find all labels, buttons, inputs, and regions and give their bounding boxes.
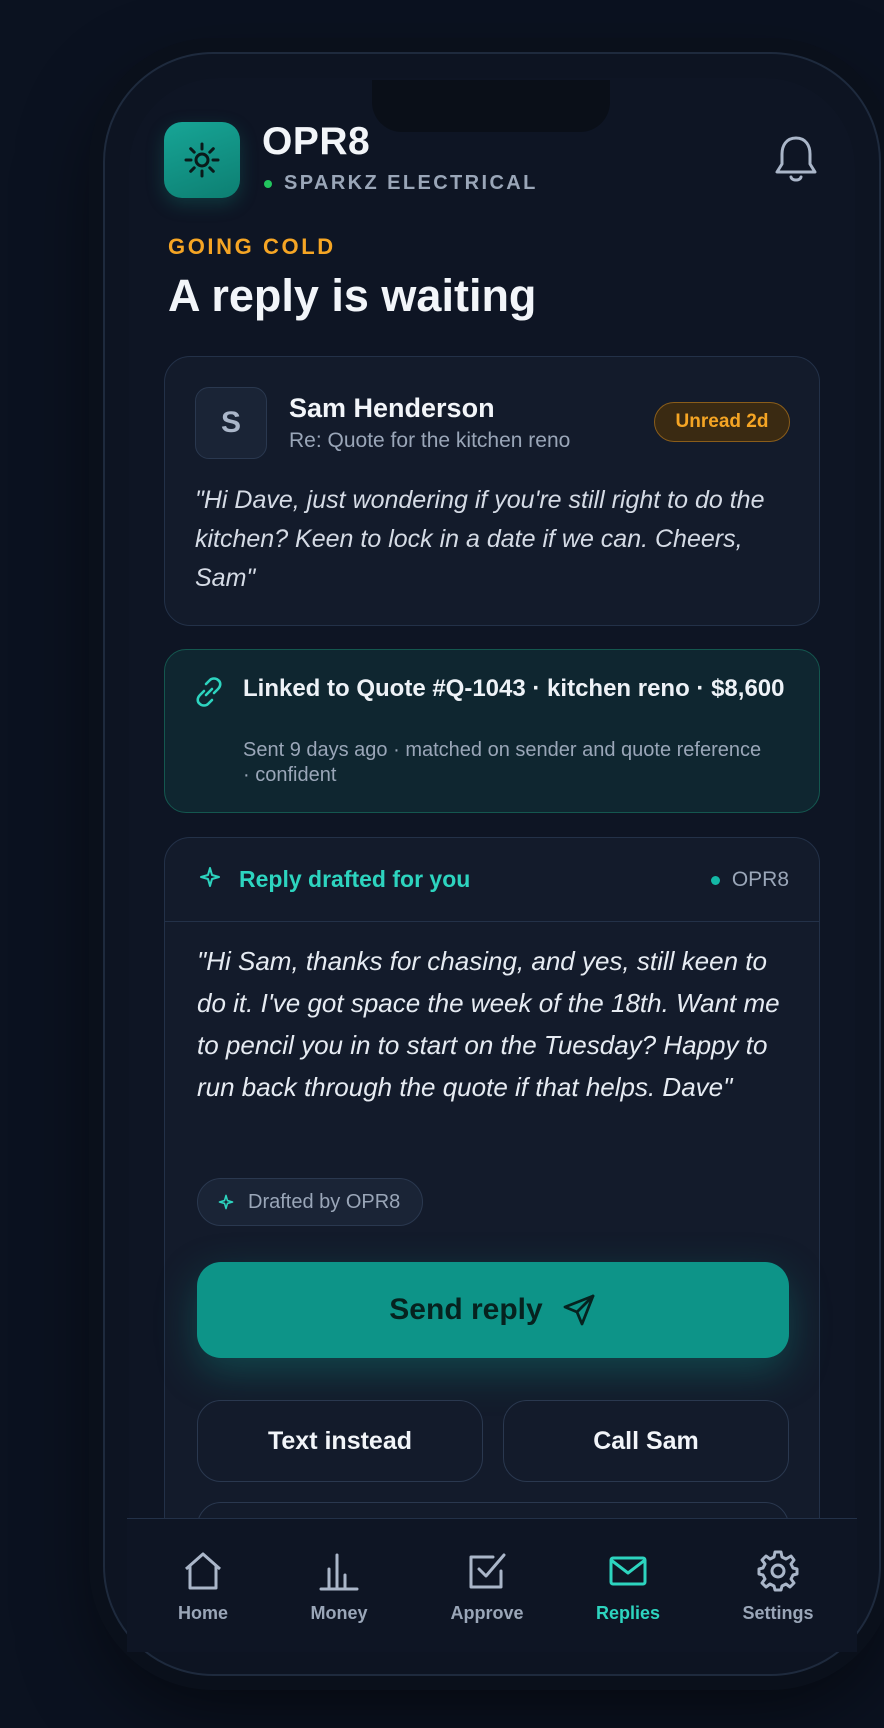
message-card[interactable]: S Sam Henderson Re: Quote for the kitche… (164, 356, 820, 626)
mail-icon (609, 1556, 647, 1586)
tab-label-money: Money (310, 1603, 368, 1623)
drafted-by-label: Drafted by OPR8 (248, 1190, 401, 1213)
tab-label-replies: Replies (595, 1603, 661, 1623)
tab-replies[interactable]: Replies (558, 1519, 698, 1653)
send-reply-button[interactable]: Send reply (197, 1262, 789, 1358)
tab-label-home: Home (177, 1603, 228, 1623)
source-dot (710, 875, 720, 885)
draft-body[interactable]: "Hi Sam, thanks for chasing, and yes, st… (197, 940, 797, 1108)
sender-name: Sam Henderson (289, 393, 495, 423)
draft-card-header: Reply drafted for you OPR8 (165, 838, 819, 922)
bell-icon[interactable] (772, 134, 820, 184)
unread-badge: Unread 2d (654, 402, 790, 442)
send-reply-label: Send reply (389, 1293, 543, 1326)
home-icon (185, 1552, 221, 1590)
tab-home[interactable]: Home (133, 1519, 273, 1653)
tab-money[interactable]: Money (269, 1519, 409, 1653)
phone-notch (372, 80, 610, 132)
gear-icon (757, 1550, 799, 1592)
draft-source-label: OPR8 (731, 868, 789, 891)
bottom-tab-bar: Home Money Approve Replies Settings (127, 1518, 857, 1652)
call-sam-button[interactable]: Call Sam (503, 1400, 789, 1482)
draft-card: Reply drafted for you OPR8 "Hi Sam, than… (164, 837, 820, 1584)
tab-label-settings: Settings (742, 1603, 814, 1623)
linked-quote-meta: Sent 9 days ago · matched on sender and … (243, 739, 762, 786)
sun-icon (184, 142, 220, 178)
text-instead-button[interactable]: Text instead (197, 1400, 483, 1482)
linked-quote-title: Linked to Quote #Q-1043 · kitchen reno ·… (243, 675, 785, 702)
sparkle-icon (200, 867, 220, 887)
app-logo (164, 122, 240, 198)
app-content: OPR8 SPARKZ ELECTRICAL GOING COLD A repl… (0, 0, 884, 1728)
tab-approve[interactable]: Approve (417, 1519, 557, 1653)
app-name: OPR8 (262, 120, 371, 163)
send-icon (563, 1294, 595, 1326)
bar-chart-icon (319, 1553, 359, 1591)
linked-quote-card[interactable]: Linked to Quote #Q-1043 · kitchen reno ·… (164, 649, 820, 813)
tab-settings[interactable]: Settings (708, 1519, 848, 1653)
sparkle-icon (218, 1194, 234, 1210)
company-row: SPARKZ ELECTRICAL (264, 172, 538, 195)
drafted-by-chip: Drafted by OPR8 (197, 1178, 424, 1226)
draft-title: Reply drafted for you (239, 866, 471, 892)
company-name: SPARKZ ELECTRICAL (284, 172, 538, 194)
online-status-dot (264, 179, 272, 188)
page-title: A reply is waiting (168, 270, 537, 321)
tab-label-approve: Approve (450, 1603, 524, 1623)
avatar: S (195, 387, 267, 459)
message-subject: Re: Quote for the kitchen reno (289, 429, 571, 452)
draft-source: OPR8 (710, 868, 789, 892)
checkbox-icon (469, 1553, 506, 1589)
link-icon (196, 677, 222, 707)
section-eyebrow: GOING COLD (168, 234, 336, 259)
message-body: "Hi Dave, just wondering if you're still… (195, 486, 765, 592)
